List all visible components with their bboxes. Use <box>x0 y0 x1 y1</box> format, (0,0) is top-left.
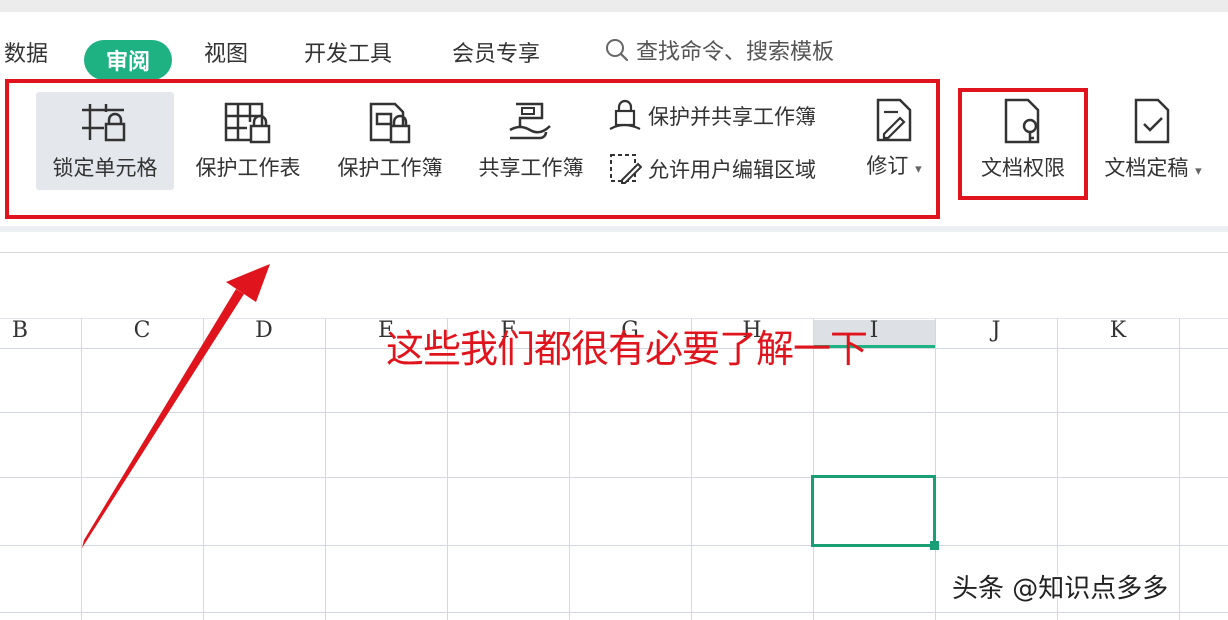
annotation-arrow <box>82 264 270 548</box>
watermark: 头条 @知识点多多 <box>952 574 1169 604</box>
